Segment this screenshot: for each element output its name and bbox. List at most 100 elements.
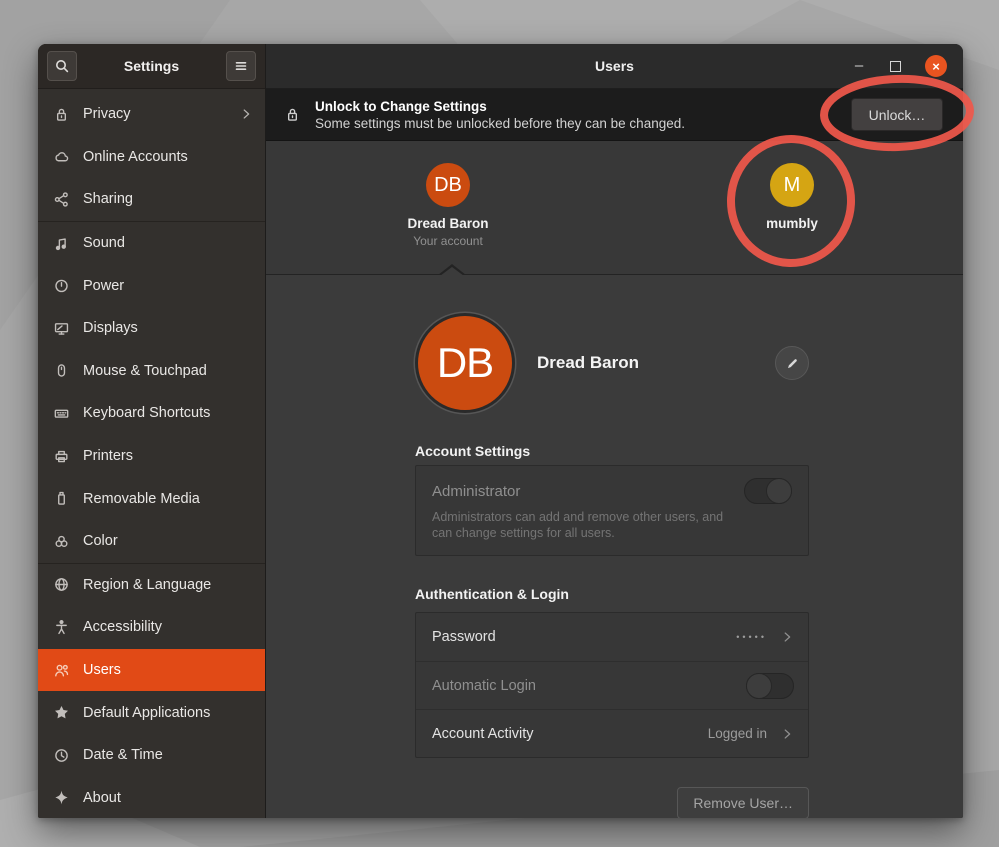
display-icon xyxy=(53,320,70,337)
administrator-toggle[interactable] xyxy=(744,478,792,504)
sidebar-item-privacy[interactable]: Privacy xyxy=(38,93,265,136)
cloud-icon xyxy=(53,148,70,165)
sidebar-item-label: Region & Language xyxy=(83,577,253,593)
sidebar-item-sharing[interactable]: Sharing xyxy=(38,178,265,221)
sidebar-item-label: Date & Time xyxy=(83,747,253,763)
sidebar-item-removable-media[interactable]: Removable Media xyxy=(38,477,265,520)
sidebar-list: Privacy Online Accounts Sharing Sound Power D… xyxy=(38,89,265,818)
automatic-login-row: Automatic Login xyxy=(416,661,808,709)
menu-button[interactable] xyxy=(226,51,256,81)
chevron-right-icon xyxy=(780,727,794,741)
unlock-banner-text: Unlock to Change Settings Some settings … xyxy=(315,99,685,131)
sidebar-item-label: Mouse & Touchpad xyxy=(83,363,253,379)
detail-column: DB Dread Baron Account Settings Administ… xyxy=(415,275,809,818)
user-subtitle: Your account xyxy=(413,234,483,248)
minimize-button[interactable]: – xyxy=(852,59,866,73)
auth-login-card: Password ••••• Automatic Login Account A… xyxy=(415,612,809,758)
maximize-button[interactable] xyxy=(890,61,901,72)
user-chip-dread-baron[interactable]: DB Dread Baron Your account xyxy=(383,163,513,248)
users-icon xyxy=(53,662,70,679)
toggle-knob xyxy=(766,478,792,504)
password-label: Password xyxy=(432,629,736,645)
profile-header: DB Dread Baron xyxy=(415,313,809,413)
sidebar-item-accessibility[interactable]: Accessibility xyxy=(38,606,265,649)
sidebar-item-label: Keyboard Shortcuts xyxy=(83,405,253,421)
sidebar-item-label: Privacy xyxy=(83,106,239,122)
administrator-label: Administrator xyxy=(432,483,520,500)
lock-icon xyxy=(53,106,70,123)
profile-avatar[interactable]: DB xyxy=(415,313,515,413)
sidebar-item-displays[interactable]: Displays xyxy=(38,307,265,350)
power-icon xyxy=(53,277,70,294)
automatic-login-toggle[interactable] xyxy=(746,673,794,699)
administrator-description: Administrators can add and remove other … xyxy=(432,510,742,541)
user-avatar: DB xyxy=(426,163,470,207)
search-button[interactable] xyxy=(47,51,77,81)
keyboard-icon xyxy=(53,405,70,422)
accessibility-icon xyxy=(53,619,70,636)
window-controls: – × xyxy=(852,55,963,77)
close-button[interactable]: × xyxy=(925,55,947,77)
share-icon xyxy=(53,191,70,208)
sidebar-item-users[interactable]: Users xyxy=(38,649,265,692)
titlebar[interactable]: Users – × xyxy=(266,44,963,89)
color-icon xyxy=(53,533,70,550)
sidebar-item-sound[interactable]: Sound xyxy=(38,222,265,265)
account-settings-heading: Account Settings xyxy=(415,443,809,463)
profile-name: Dread Baron xyxy=(537,353,775,373)
sidebar-item-label: About xyxy=(83,790,253,806)
sidebar-item-online-accounts[interactable]: Online Accounts xyxy=(38,136,265,179)
chevron-right-icon xyxy=(780,630,794,644)
sidebar-item-mouse-touchpad[interactable]: Mouse & Touchpad xyxy=(38,350,265,393)
user-name: Dread Baron xyxy=(407,216,488,231)
unlock-banner: Unlock to Change Settings Some settings … xyxy=(266,89,963,141)
sidebar-item-label: Color xyxy=(83,533,253,549)
sidebar-item-label: Removable Media xyxy=(83,491,253,507)
sidebar-item-label: Users xyxy=(83,662,253,678)
sidebar-item-region-language[interactable]: Region & Language xyxy=(38,564,265,607)
sidebar-item-label: Sound xyxy=(83,235,253,251)
sidebar-item-label: Accessibility xyxy=(83,619,253,635)
sidebar-title: Settings xyxy=(124,58,179,74)
sidebar-item-label: Power xyxy=(83,278,253,294)
sidebar-item-keyboard-shortcuts[interactable]: Keyboard Shortcuts xyxy=(38,392,265,435)
settings-window: Settings Privacy Online Accounts Sharing So… xyxy=(38,44,963,818)
lock-icon xyxy=(284,106,301,123)
administrator-row: Administrator xyxy=(432,478,792,504)
unlock-button[interactable]: Unlock… xyxy=(851,98,943,131)
sidebar-item-label: Displays xyxy=(83,320,253,336)
clock-icon xyxy=(53,747,70,764)
password-value: ••••• xyxy=(736,632,767,642)
content-pane: Users – × Unlock to Change Settings Some… xyxy=(266,44,963,818)
sidebar-item-label: Online Accounts xyxy=(83,149,253,165)
usb-icon xyxy=(53,490,70,507)
sidebar-item-label: Printers xyxy=(83,448,253,464)
sidebar-item-color[interactable]: Color xyxy=(38,520,265,563)
account-activity-value: Logged in xyxy=(708,726,767,741)
toggle-knob xyxy=(746,673,772,699)
globe-icon xyxy=(53,576,70,593)
sidebar-item-about[interactable]: About xyxy=(38,777,265,819)
remove-user-button[interactable]: Remove User… xyxy=(677,787,809,818)
account-activity-row[interactable]: Account Activity Logged in xyxy=(416,709,808,757)
user-avatar: M xyxy=(770,163,814,207)
note-icon xyxy=(53,235,70,252)
user-detail-pane: DB Dread Baron Account Settings Administ… xyxy=(266,275,963,818)
sidebar-item-printers[interactable]: Printers xyxy=(38,435,265,478)
user-carousel: DB Dread Baron Your account Mmumbly xyxy=(266,141,963,275)
automatic-login-label: Automatic Login xyxy=(432,678,746,694)
sidebar-item-date-time[interactable]: Date & Time xyxy=(38,734,265,777)
unlock-banner-subtitle: Some settings must be unlocked before th… xyxy=(315,116,685,131)
pencil-icon xyxy=(785,356,800,371)
auth-login-heading: Authentication & Login xyxy=(415,586,809,606)
selected-user-caret xyxy=(438,264,466,275)
user-chip-mumbly[interactable]: Mmumbly xyxy=(727,163,857,231)
sidebar-item-default-applications[interactable]: Default Applications xyxy=(38,691,265,734)
account-settings-card: Administrator Administrators can add and… xyxy=(415,465,809,556)
password-row[interactable]: Password ••••• xyxy=(416,613,808,661)
sidebar: Settings Privacy Online Accounts Sharing So… xyxy=(38,44,266,818)
hamburger-menu-icon xyxy=(233,58,249,74)
maximize-icon xyxy=(890,61,901,72)
sidebar-item-power[interactable]: Power xyxy=(38,264,265,307)
edit-name-button[interactable] xyxy=(775,346,809,380)
